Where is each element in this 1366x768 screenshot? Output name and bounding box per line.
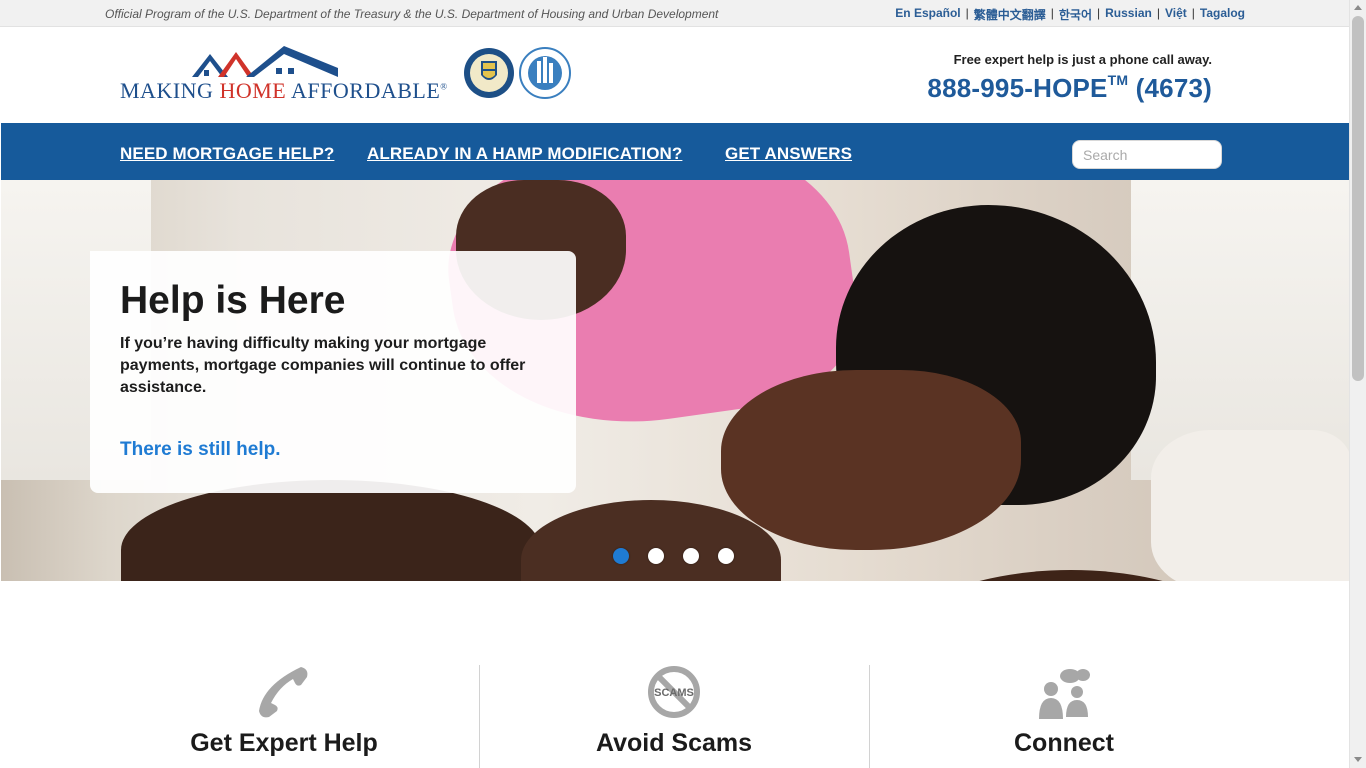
carousel-dot-1[interactable]: [613, 548, 629, 564]
pillow: [1151, 430, 1349, 581]
features-row: Get Expert Help SCAMS Avoid Scams Connec…: [0, 581, 1349, 768]
phone-number[interactable]: 888-995-HOPETM (4673): [927, 72, 1212, 104]
hero-carousel: Help is Here If you’re having difficulty…: [1, 180, 1349, 581]
lang-separator: |: [1097, 6, 1101, 20]
carousel-dot-4[interactable]: [718, 548, 734, 564]
official-program-text: Official Program of the U.S. Department …: [105, 7, 719, 21]
lang-link-chinese[interactable]: 繁體中文翻譯: [974, 6, 1046, 23]
making-home-affordable-logo[interactable]: MAKING HOME AFFORDABLE®: [120, 46, 447, 103]
logo-wordmark: MAKING HOME AFFORDABLE®: [120, 78, 448, 104]
language-links: En Español | 繁體中文翻譯 | 한국어 | Russian | Vi…: [895, 6, 1245, 23]
phone-callout-note: Free expert help is just a phone call aw…: [953, 52, 1212, 67]
phone-number-digits: (4673): [1128, 73, 1212, 103]
hud-seal-icon: [519, 47, 571, 99]
houses-roof-icon: [192, 46, 338, 77]
lang-link-tagalog[interactable]: Tagalog: [1200, 6, 1245, 23]
agency-seals: [463, 47, 573, 99]
top-utility-bar: Official Program of the U.S. Department …: [0, 0, 1349, 27]
feature-title: Get Expert Help: [190, 729, 378, 757]
nav-need-mortgage-help[interactable]: NEED MORTGAGE HELP?: [120, 144, 334, 164]
registered-mark: ®: [440, 81, 448, 92]
lang-link-spanish[interactable]: En Español: [895, 6, 960, 23]
scams-icon-text: SCAMS: [654, 687, 694, 699]
nav-get-answers[interactable]: GET ANSWERS: [725, 144, 852, 164]
lang-separator: |: [1156, 6, 1160, 20]
scrollbar-thumb[interactable]: [1352, 16, 1364, 381]
feature-get-expert-help[interactable]: Get Expert Help: [89, 665, 479, 768]
search-input[interactable]: [1072, 140, 1222, 169]
logo-word-affordable: AFFORDABLE: [286, 78, 441, 103]
carousel-dot-2[interactable]: [648, 548, 664, 564]
logo-word-making: MAKING: [120, 78, 220, 103]
lang-link-russian[interactable]: Russian: [1105, 6, 1152, 23]
main-nav: NEED MORTGAGE HELP? ALREADY IN A HAMP MO…: [1, 123, 1349, 180]
baby-legs: [121, 480, 541, 581]
hero-title: Help is Here: [120, 279, 346, 322]
carousel-dot-3[interactable]: [683, 548, 699, 564]
feature-title: Connect: [1014, 729, 1114, 757]
feature-title: Avoid Scams: [595, 729, 753, 757]
trademark-mark: TM: [1107, 72, 1129, 88]
vertical-scrollbar[interactable]: [1349, 0, 1366, 768]
phone-number-main: 888-995-HOPE: [927, 73, 1108, 103]
nav-already-in-hamp[interactable]: ALREADY IN A HAMP MODIFICATION?: [367, 144, 682, 164]
treasury-seal-icon: [464, 48, 514, 98]
page: Official Program of the U.S. Department …: [0, 0, 1366, 768]
lang-separator: |: [1050, 6, 1054, 20]
lang-separator: |: [1191, 6, 1195, 20]
phone-callout: Free expert help is just a phone call aw…: [927, 52, 1212, 104]
people-chat-icon: [1039, 669, 1090, 719]
hero-card: Help is Here If you’re having difficulty…: [90, 251, 576, 493]
baby-face: [721, 370, 1021, 550]
hero-link[interactable]: There is still help.: [120, 439, 281, 461]
lang-link-korean[interactable]: 한국어: [1059, 6, 1092, 23]
scroll-down-arrow-icon[interactable]: [1354, 757, 1362, 762]
hero-body: If you’re having difficulty making your …: [120, 335, 526, 396]
lang-separator: |: [965, 6, 969, 20]
no-scams-icon: SCAMS: [648, 666, 700, 718]
lang-link-vietnamese[interactable]: Việt: [1165, 6, 1187, 23]
logo-word-home: HOME: [219, 78, 287, 103]
scroll-up-arrow-icon[interactable]: [1354, 5, 1362, 10]
phone-icon: [259, 667, 308, 718]
carousel-dots: [613, 548, 734, 564]
feature-connect[interactable]: Connect: [869, 665, 1259, 768]
site-header: MAKING HOME AFFORDABLE® Free expert help…: [0, 27, 1349, 123]
feature-avoid-scams[interactable]: SCAMS Avoid Scams: [479, 665, 869, 768]
